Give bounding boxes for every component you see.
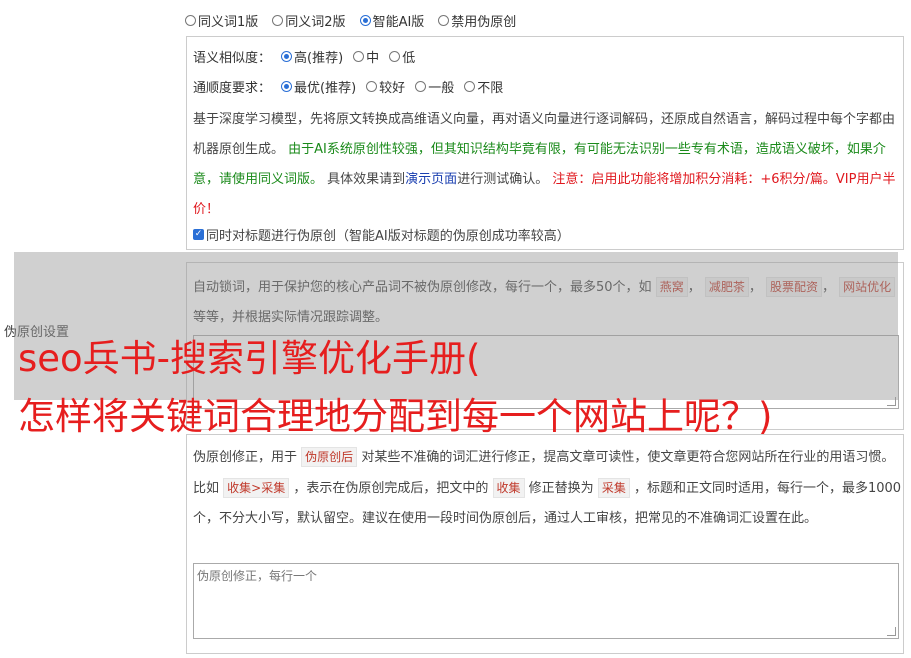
radio-selected-icon[interactable] [359, 14, 371, 26]
option-label: 不限 [477, 81, 504, 96]
version-option-label: 同义词1版 [198, 14, 259, 30]
correction-textarea[interactable]: 伪原创修正，每行一个 [193, 563, 899, 639]
radio-icon[interactable] [366, 81, 378, 92]
title-rewrite-checkbox-row[interactable]: ✓ 同时对标题进行伪原创（智能AI版对标题的伪原创成功率较高） [193, 225, 570, 244]
correction-text: ，表示在伪原创完成后，把文中的 [293, 480, 489, 496]
option-label: 高(推荐) [294, 51, 344, 66]
option-label: 低 [402, 51, 416, 66]
radio-selected-icon[interactable] [281, 51, 293, 62]
similarity-option-medium[interactable]: 中 [353, 47, 379, 66]
option-label: 较好 [379, 81, 406, 96]
ai-settings-panel: 语义相似度： 高(推荐) 中 低 通顺度要求： 最优(推荐) 较好 一般 不限 … [186, 36, 904, 250]
version-option-disable[interactable]: 禁用伪原创 [438, 11, 516, 30]
fluency-label: 通顺度要求： [193, 81, 272, 96]
fluency-option-normal[interactable]: 一般 [415, 77, 454, 96]
correction-panel: 伪原创修正，用于 伪原创后 对某些不准确的词汇进行修正，提高文章可读性，使文章更… [186, 434, 904, 654]
example-tag: 伪原创后 [301, 447, 358, 467]
fluency-option-best[interactable]: 最优(推荐) [281, 77, 356, 96]
fluency-option-unlimited[interactable]: 不限 [464, 77, 503, 96]
radio-icon[interactable] [353, 51, 365, 62]
ai-confirm-text: 进行测试确认。 [457, 172, 549, 187]
radio-selected-icon[interactable] [281, 81, 293, 92]
version-option-synonym2[interactable]: 同义词2版 [272, 11, 346, 30]
version-option-label: 智能AI版 [372, 14, 425, 30]
fluency-option-good[interactable]: 较好 [366, 77, 405, 96]
checkbox-checked-icon[interactable]: ✓ [193, 229, 204, 240]
similarity-label: 语义相似度： [193, 51, 272, 66]
title-rewrite-label: 同时对标题进行伪原创（智能AI版对标题的伪原创成功率较高） [206, 229, 570, 244]
version-option-label: 同义词2版 [285, 14, 346, 30]
version-option-ai[interactable]: 智能AI版 [359, 11, 425, 30]
example-tag: 收集 [492, 477, 525, 498]
banner-title-line1: seo兵书-搜索引擎优化手册( [18, 337, 481, 380]
radio-icon[interactable] [415, 81, 427, 92]
radio-icon[interactable] [185, 14, 196, 26]
option-label: 中 [366, 51, 380, 66]
resize-handle-icon[interactable] [887, 627, 896, 636]
fluency-row: 通顺度要求： 最优(推荐) 较好 一般 不限 [193, 77, 503, 96]
correction-text: 修正替换为 [528, 480, 594, 496]
ai-description: 基于深度学习模型，先将原文转换成高维语义向量，再对语义向量进行逐词解码，还原成自… [193, 105, 897, 225]
similarity-row: 语义相似度： 高(推荐) 中 低 [193, 47, 415, 66]
version-radio-group: 同义词1版 同义词2版 智能AI版 禁用伪原创 [185, 10, 516, 30]
radio-icon[interactable] [389, 51, 401, 62]
ai-test-text: 具体效果请到 [327, 172, 406, 187]
similarity-option-high[interactable]: 高(推荐) [281, 47, 343, 66]
correction-description: 伪原创修正，用于 伪原创后 对某些不准确的词汇进行修正，提高文章可读性，使文章更… [193, 443, 903, 535]
demo-page-link[interactable]: 演示页面 [405, 172, 457, 187]
example-tag: 收集>采集 [223, 477, 290, 498]
banner-title-line2: 怎样将关键词合理地分配到每一个网站上呢？) [18, 395, 773, 438]
option-label: 最优(推荐) [294, 81, 357, 96]
correction-text: 伪原创修正，用于 [193, 450, 298, 465]
radio-icon[interactable] [438, 14, 450, 26]
radio-icon[interactable] [272, 14, 284, 26]
radio-icon[interactable] [464, 81, 476, 92]
example-tag: 采集 [597, 477, 630, 498]
version-option-synonym1[interactable]: 同义词1版 [185, 11, 258, 30]
similarity-option-low[interactable]: 低 [389, 47, 415, 66]
version-option-label: 禁用伪原创 [451, 14, 517, 30]
option-label: 一般 [428, 81, 455, 96]
correction-placeholder: 伪原创修正，每行一个 [197, 569, 318, 583]
